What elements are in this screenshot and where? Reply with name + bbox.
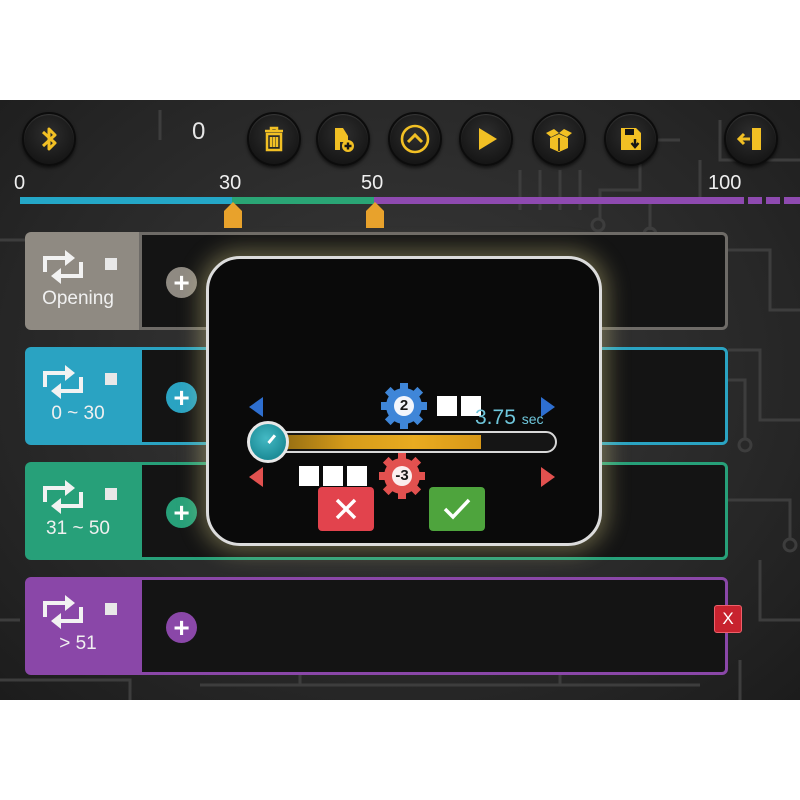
play-icon	[479, 128, 497, 150]
row-label: > 51	[59, 633, 97, 654]
step-indicator	[299, 466, 319, 486]
add-action-button[interactable]: +	[166, 382, 197, 413]
duration-slider[interactable]	[255, 431, 557, 453]
timeline-tick: 0	[14, 172, 26, 194]
plus-icon: +	[173, 611, 190, 643]
row-checkbox[interactable]	[105, 603, 117, 615]
exit-button[interactable]	[724, 112, 778, 166]
row-label: 0 ~ 30	[51, 403, 105, 424]
gear-value: 2	[399, 397, 409, 414]
plus-icon: +	[173, 496, 190, 528]
step-indicator	[437, 396, 457, 416]
slider-thumb[interactable]	[247, 421, 289, 463]
slider-fill	[257, 435, 481, 449]
loop-icon	[43, 595, 83, 629]
close-icon	[335, 498, 357, 520]
row-label: Opening	[42, 288, 114, 309]
timeline-tick: 100	[708, 172, 742, 194]
row-checkbox[interactable]	[105, 258, 117, 270]
exit-icon	[736, 128, 761, 150]
loop-icon	[43, 365, 83, 399]
add-action-button[interactable]: +	[166, 497, 197, 528]
up-button[interactable]	[388, 112, 442, 166]
left-arrow-icon[interactable]	[247, 465, 265, 489]
cancel-button[interactable]	[318, 487, 374, 531]
loop-icon	[43, 250, 83, 284]
step-indicator	[347, 466, 367, 486]
gear-bottom[interactable]: -3	[377, 451, 427, 501]
delete-row-button[interactable]: X	[714, 605, 742, 633]
row-tab[interactable]: 0 ~ 30	[25, 347, 139, 445]
add-note-icon	[335, 128, 354, 152]
timeline-marker-30[interactable]	[224, 202, 242, 228]
row-tab[interactable]: > 51	[25, 577, 139, 675]
gear-top[interactable]: 2	[379, 381, 429, 431]
step-indicator	[323, 466, 343, 486]
add-action-button[interactable]: +	[166, 612, 197, 643]
timeline-bar	[20, 197, 800, 204]
save-button[interactable]	[604, 112, 658, 166]
play-button[interactable]	[459, 112, 513, 166]
row-checkbox[interactable]	[105, 373, 117, 385]
save-icon	[621, 128, 641, 150]
left-arrow-icon[interactable]	[247, 395, 265, 419]
trash-icon	[265, 126, 283, 152]
check-icon	[443, 498, 471, 520]
timeline-tick: 30	[219, 172, 242, 194]
row-label: 31 ~ 50	[46, 518, 110, 539]
row-range-over-51: > 51 +	[25, 577, 728, 675]
plus-icon: +	[173, 381, 190, 413]
timeline-marker-50[interactable]	[366, 202, 384, 228]
counter-value: 0	[192, 118, 206, 145]
delete-button[interactable]	[247, 112, 301, 166]
row-panel[interactable]	[139, 577, 728, 675]
box-button[interactable]	[532, 112, 586, 166]
app-screen: 0 0 30 50 100 Opening + 0 ~ 30 + 31 ~ 50…	[0, 100, 800, 700]
bluetooth-icon	[41, 127, 57, 151]
row-checkbox[interactable]	[105, 488, 117, 500]
plus-icon: +	[173, 266, 190, 298]
row-tab[interactable]: Opening	[25, 232, 139, 330]
box-icon	[546, 129, 572, 152]
loop-icon	[43, 480, 83, 514]
add-action-button[interactable]: +	[166, 267, 197, 298]
row-tab[interactable]: 31 ~ 50	[25, 462, 139, 560]
duration-readout: 3.75 sec	[475, 406, 544, 430]
confirm-button[interactable]	[429, 487, 485, 531]
gear-value: -3	[395, 467, 409, 484]
duration-unit: sec	[521, 411, 544, 427]
add-note-button[interactable]	[316, 112, 370, 166]
duration-value: 3.75	[475, 406, 516, 429]
right-arrow-icon[interactable]	[539, 465, 557, 489]
timeline-tick: 50	[361, 172, 384, 194]
bluetooth-button[interactable]	[22, 112, 76, 166]
up-icon	[400, 124, 430, 154]
motion-dialog: 2 -3 3.75 sec	[206, 256, 602, 546]
